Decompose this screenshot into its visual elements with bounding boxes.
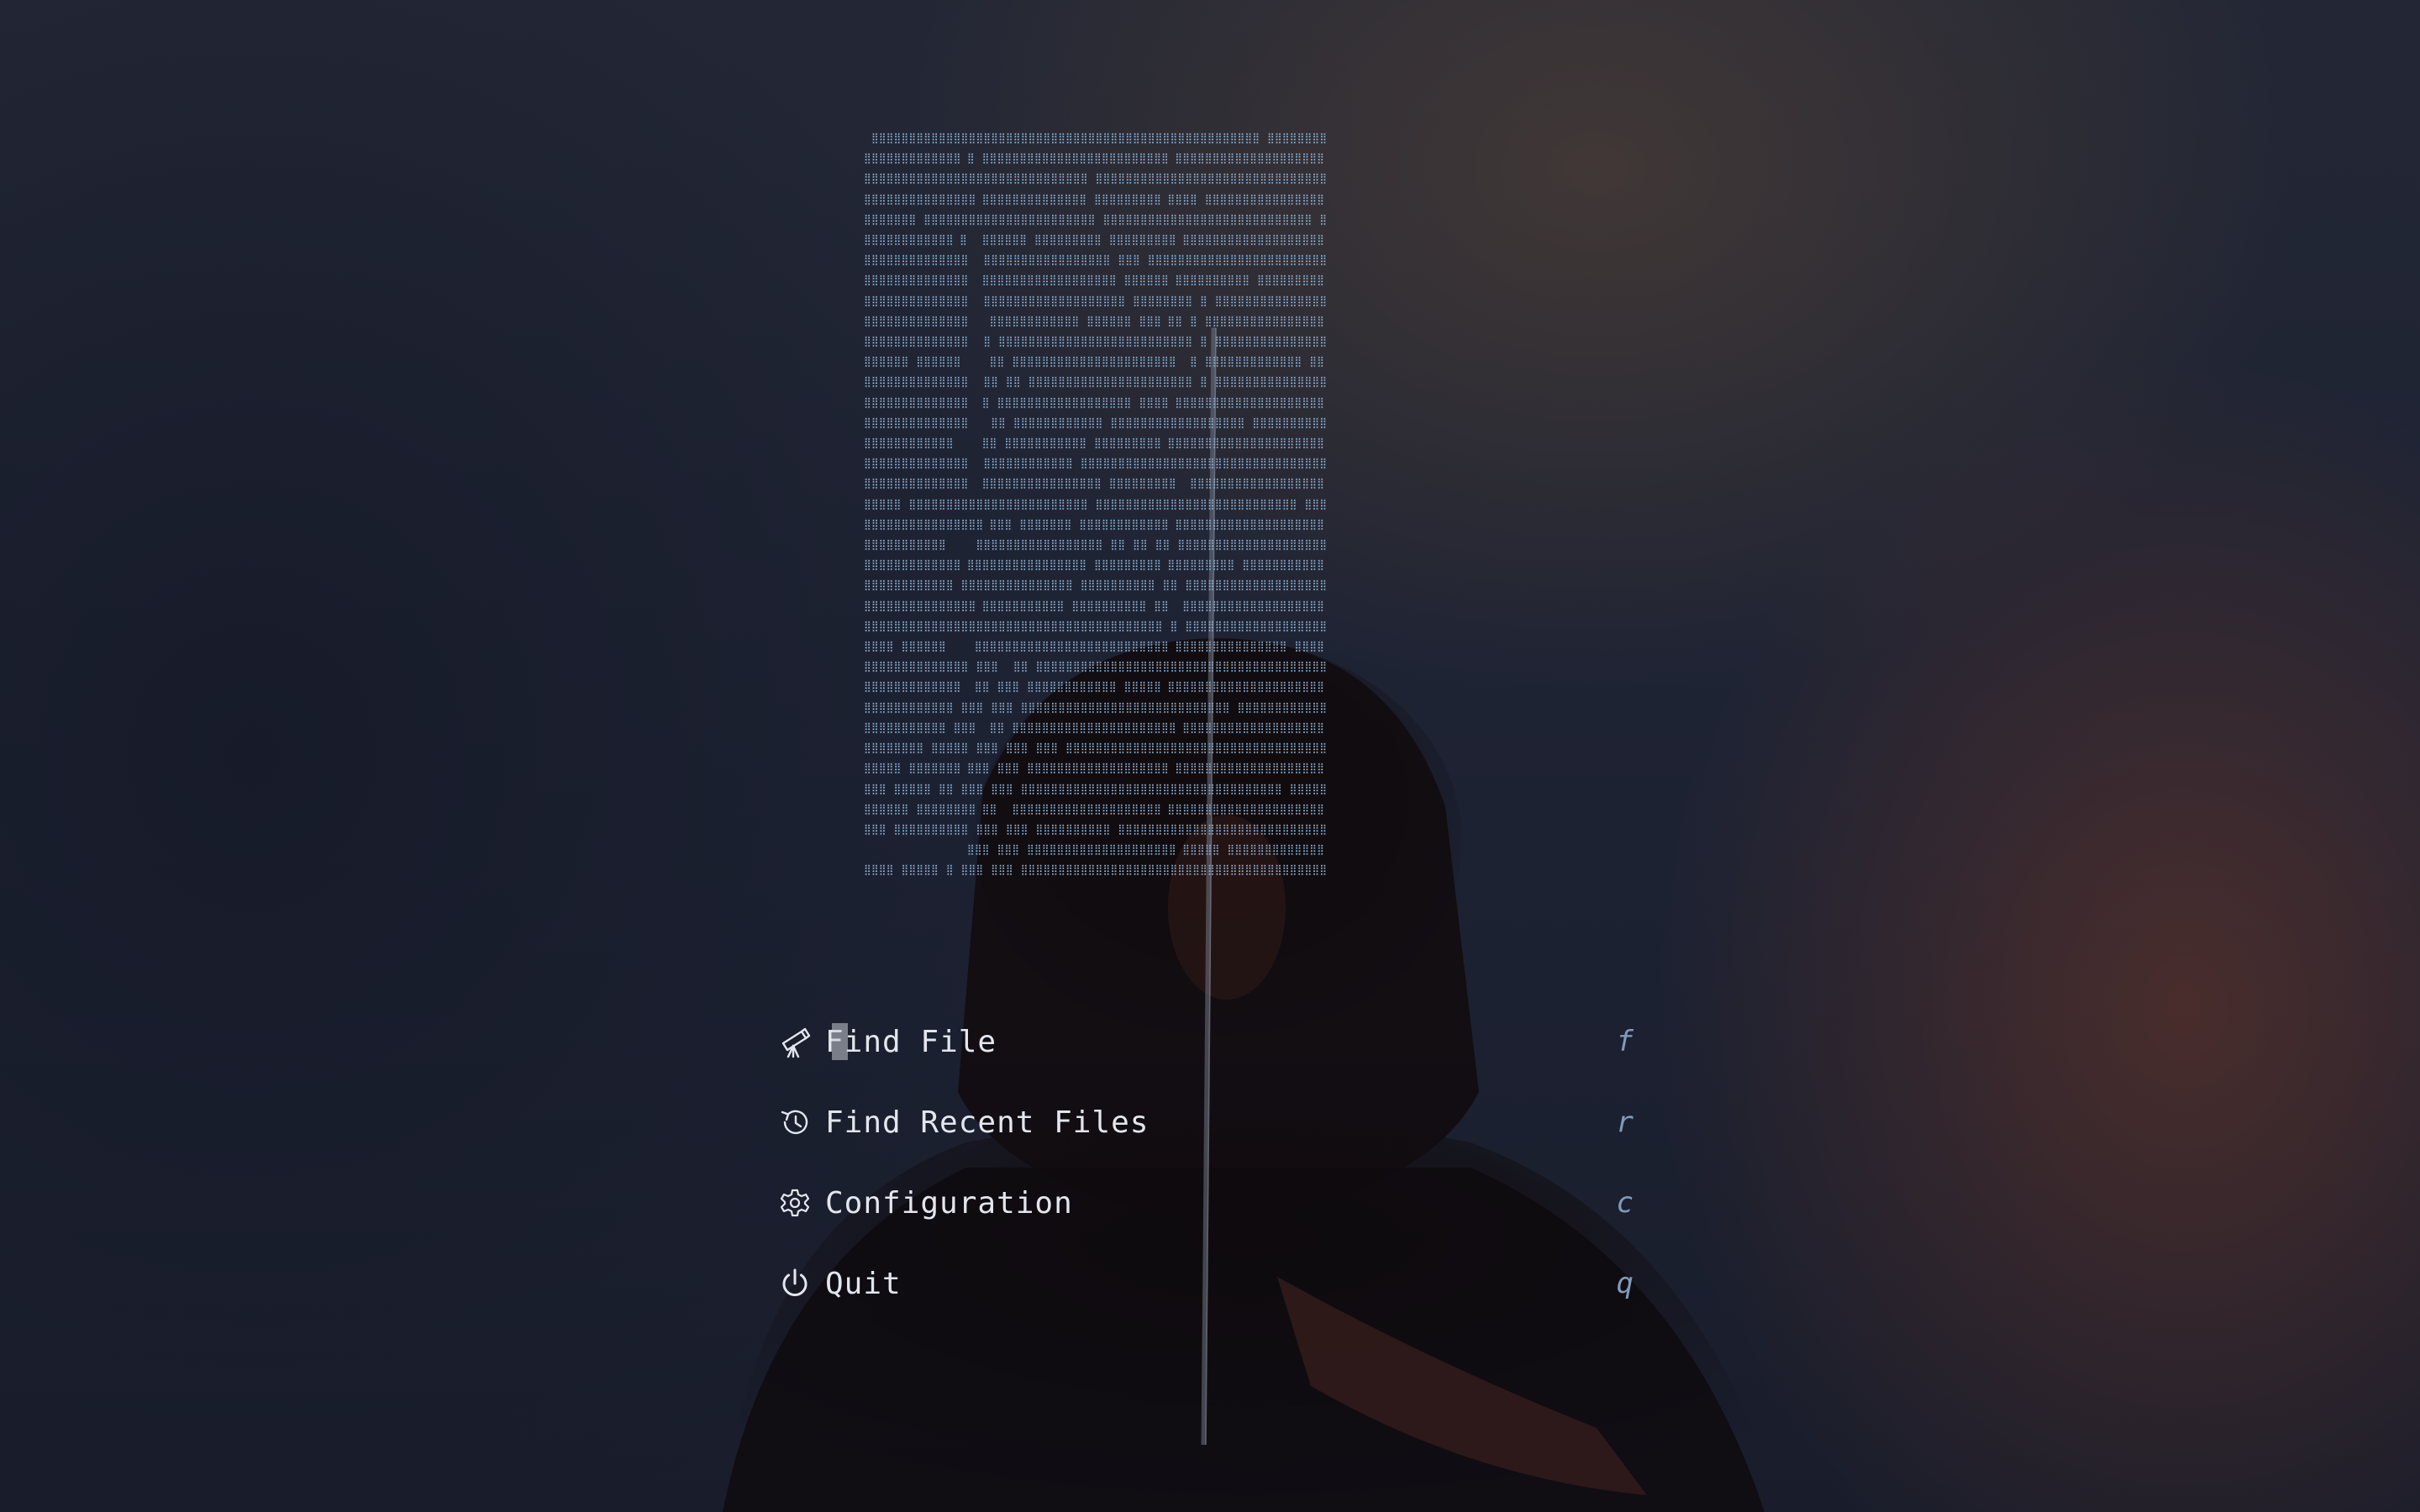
menu-item-label: Find Recent Files	[825, 1105, 1150, 1140]
menu-item-find-recent-files[interactable]: Find Recent Files r	[776, 1082, 1634, 1163]
ascii-art-header: ⠀⣿⣿⣿⣿⣿⣿⣿⣿⣿⣿⣿⣿⣿⣿⣿⣿⣿⣿⣿⣿⣿⣿⣿⣿⣿⣿⣿⣿⣿⣿⣿⣿⣿⣿⣿⣿⣿⣿⣿…	[864, 128, 1536, 884]
gear-icon	[776, 1184, 813, 1221]
shortcut-key: r	[1616, 1105, 1634, 1139]
dashboard-menu: Find File f Find Recent Files r Configur…	[776, 1001, 1634, 1324]
menu-item-find-file[interactable]: Find File f	[776, 1001, 1634, 1082]
power-icon	[776, 1265, 813, 1302]
history-icon	[776, 1104, 813, 1141]
menu-item-label: Configuration	[825, 1185, 1073, 1221]
menu-item-label: Quit	[825, 1266, 902, 1301]
menu-item-configuration[interactable]: Configuration c	[776, 1163, 1634, 1243]
shortcut-key: q	[1616, 1267, 1634, 1300]
text-cursor	[832, 1023, 848, 1060]
shortcut-key: f	[1616, 1025, 1634, 1058]
telescope-icon	[776, 1023, 813, 1060]
shortcut-key: c	[1616, 1186, 1634, 1220]
menu-item-quit[interactable]: Quit q	[776, 1243, 1634, 1324]
ascii-art-dots: ⠀⣿⣿⣿⣿⣿⣿⣿⣿⣿⣿⣿⣿⣿⣿⣿⣿⣿⣿⣿⣿⣿⣿⣿⣿⣿⣿⣿⣿⣿⣿⣿⣿⣿⣿⣿⣿⣿⣿⣿…	[864, 132, 1328, 876]
menu-item-label: Find File	[825, 1024, 997, 1059]
